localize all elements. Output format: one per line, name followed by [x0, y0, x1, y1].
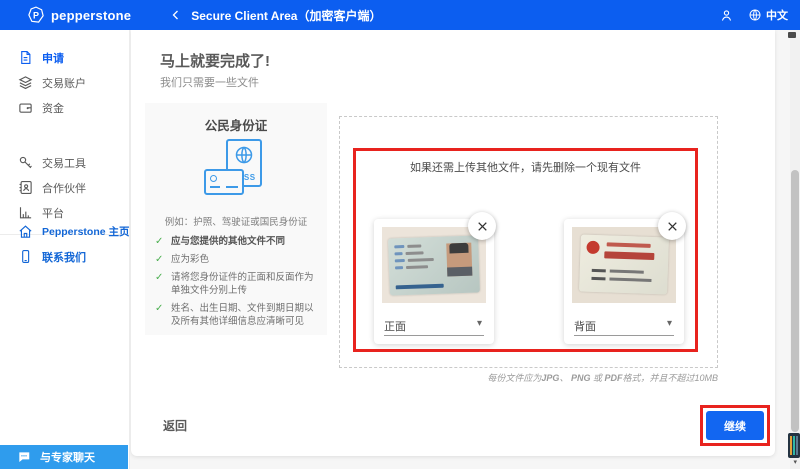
back-button[interactable]: 返回	[163, 417, 187, 434]
logo-wordmark: pepperstone	[51, 7, 132, 23]
upload-limit-highlight-box: 如果还需上传其他文件，请先删除一个现有文件 正面 ▾ 背面 ▾	[353, 148, 698, 352]
language-label: 中文	[766, 10, 788, 22]
bar-chart-icon	[18, 205, 33, 220]
edge-overlay-icon	[788, 32, 796, 38]
sidebar-item-label: 交易工具	[42, 157, 86, 170]
id-back-thumbnail	[572, 227, 676, 303]
sidebar-item-partners[interactable]: 合作伙伴	[0, 175, 130, 200]
side-select-value: 背面	[574, 321, 596, 333]
sidebar-nav: 申请 交易账户 资金 交易工具 合作伙伴 平台 Pepperstone 主页 联…	[0, 30, 130, 469]
side-select-front[interactable]: 正面	[384, 316, 484, 336]
pepperstone-logo[interactable]: P pepperstone	[27, 6, 131, 24]
chat-bubble-icon	[17, 450, 31, 464]
main-content-panel: 马上就要完成了! 我们只需要一些文件 公民身份证 PASS 例如：护照、驾驶证	[131, 30, 775, 456]
svg-text:P: P	[33, 10, 39, 20]
sidebar-item-application[interactable]: 申请	[0, 45, 130, 70]
contacts-icon	[18, 180, 33, 195]
continue-button[interactable]: 继续	[706, 411, 764, 440]
requirements-checklist: 应与您提供的其他文件不同 应为彩色 请将您身份证件的正面和反面作为单独文件分别上…	[155, 235, 321, 333]
sidebar-item-label: 资金	[42, 102, 64, 115]
pepperstone-logo-icon: P	[27, 6, 45, 24]
sidebar-item-funds[interactable]: 资金	[0, 95, 130, 120]
checklist-item: 应为彩色	[155, 253, 321, 266]
sidebar-item-label: 申请	[42, 52, 64, 65]
remove-front-file-button[interactable]	[468, 212, 496, 240]
sidebar-item-contact-us[interactable]: 联系我们	[0, 244, 130, 269]
chat-with-expert-button[interactable]: 与专家聊天	[0, 445, 128, 469]
remove-back-file-button[interactable]	[658, 212, 686, 240]
upload-dropzone[interactable]: 如果还需上传其他文件，请先删除一个现有文件 正面 ▾ 背面 ▾	[339, 116, 718, 368]
page-subtitle: 我们只需要一些文件	[160, 77, 259, 89]
document-info-panel: 公民身份证 PASS 例如：护照、驾驶证或国民身份证 应与您提供的其他文件不同	[145, 103, 327, 335]
side-select-back[interactable]: 背面	[574, 316, 674, 336]
sidebar-item-label: 合作伙伴	[42, 182, 86, 195]
sidebar-item-trading-accounts[interactable]: 交易账户	[0, 70, 130, 95]
passport-icon: PASS	[204, 139, 268, 205]
checklist-item: 请将您身份证件的正面和反面作为单独文件分别上传	[155, 271, 321, 297]
page-header-title: Secure Client Area（加密客户端）	[191, 8, 382, 23]
id-card-icon	[204, 169, 244, 195]
sidebar-item-label: Pepperstone 主页	[42, 226, 130, 238]
scrollbar-thumb[interactable]	[791, 170, 799, 432]
chat-label: 与专家聊天	[40, 452, 95, 464]
checklist-item: 姓名、出生日期、文件到期日期以及所有其他详细信息应清晰可见	[155, 302, 321, 328]
file-format-note: 每份文件应为JPG、 PNG 或 PDF格式，并且不超过10MB	[487, 373, 718, 383]
continue-highlight-box: 继续	[700, 405, 770, 446]
upload-limit-message: 如果还需上传其他文件，请先删除一个现有文件	[410, 162, 641, 174]
document-example-text: 例如：护照、驾驶证或国民身份证	[164, 217, 308, 228]
id-front-thumbnail	[382, 227, 486, 303]
edge-widget-badge	[788, 433, 800, 458]
sidebar-item-trading-tools[interactable]: 交易工具	[0, 150, 130, 175]
page-title: 马上就要完成了!	[160, 53, 270, 70]
phone-icon	[18, 249, 33, 264]
sidebar-item-label: 联系我们	[42, 251, 86, 264]
sidebar-item-label: 交易账户	[42, 77, 86, 90]
document-type-heading: 公民身份证	[204, 119, 268, 133]
globe-icon	[748, 8, 762, 22]
account-icon[interactable]	[719, 8, 734, 23]
document-icon	[18, 50, 33, 65]
language-switcher[interactable]: 中文	[748, 7, 788, 23]
checklist-item: 应与您提供的其他文件不同	[155, 235, 321, 248]
scrollbar-down-arrow[interactable]: ▾	[793, 458, 797, 466]
layers-icon	[18, 75, 33, 90]
secure-client-area-page: P pepperstone Secure Client Area（加密客户端）	[0, 0, 800, 469]
key-icon	[18, 155, 33, 170]
back-chevron-icon[interactable]	[167, 6, 185, 24]
home-icon	[18, 224, 33, 239]
side-select-value: 正面	[384, 321, 406, 333]
top-header: P pepperstone Secure Client Area（加密客户端）	[0, 0, 800, 30]
sidebar-item-pepperstone-home[interactable]: Pepperstone 主页	[0, 219, 130, 244]
wallet-icon	[18, 100, 33, 115]
